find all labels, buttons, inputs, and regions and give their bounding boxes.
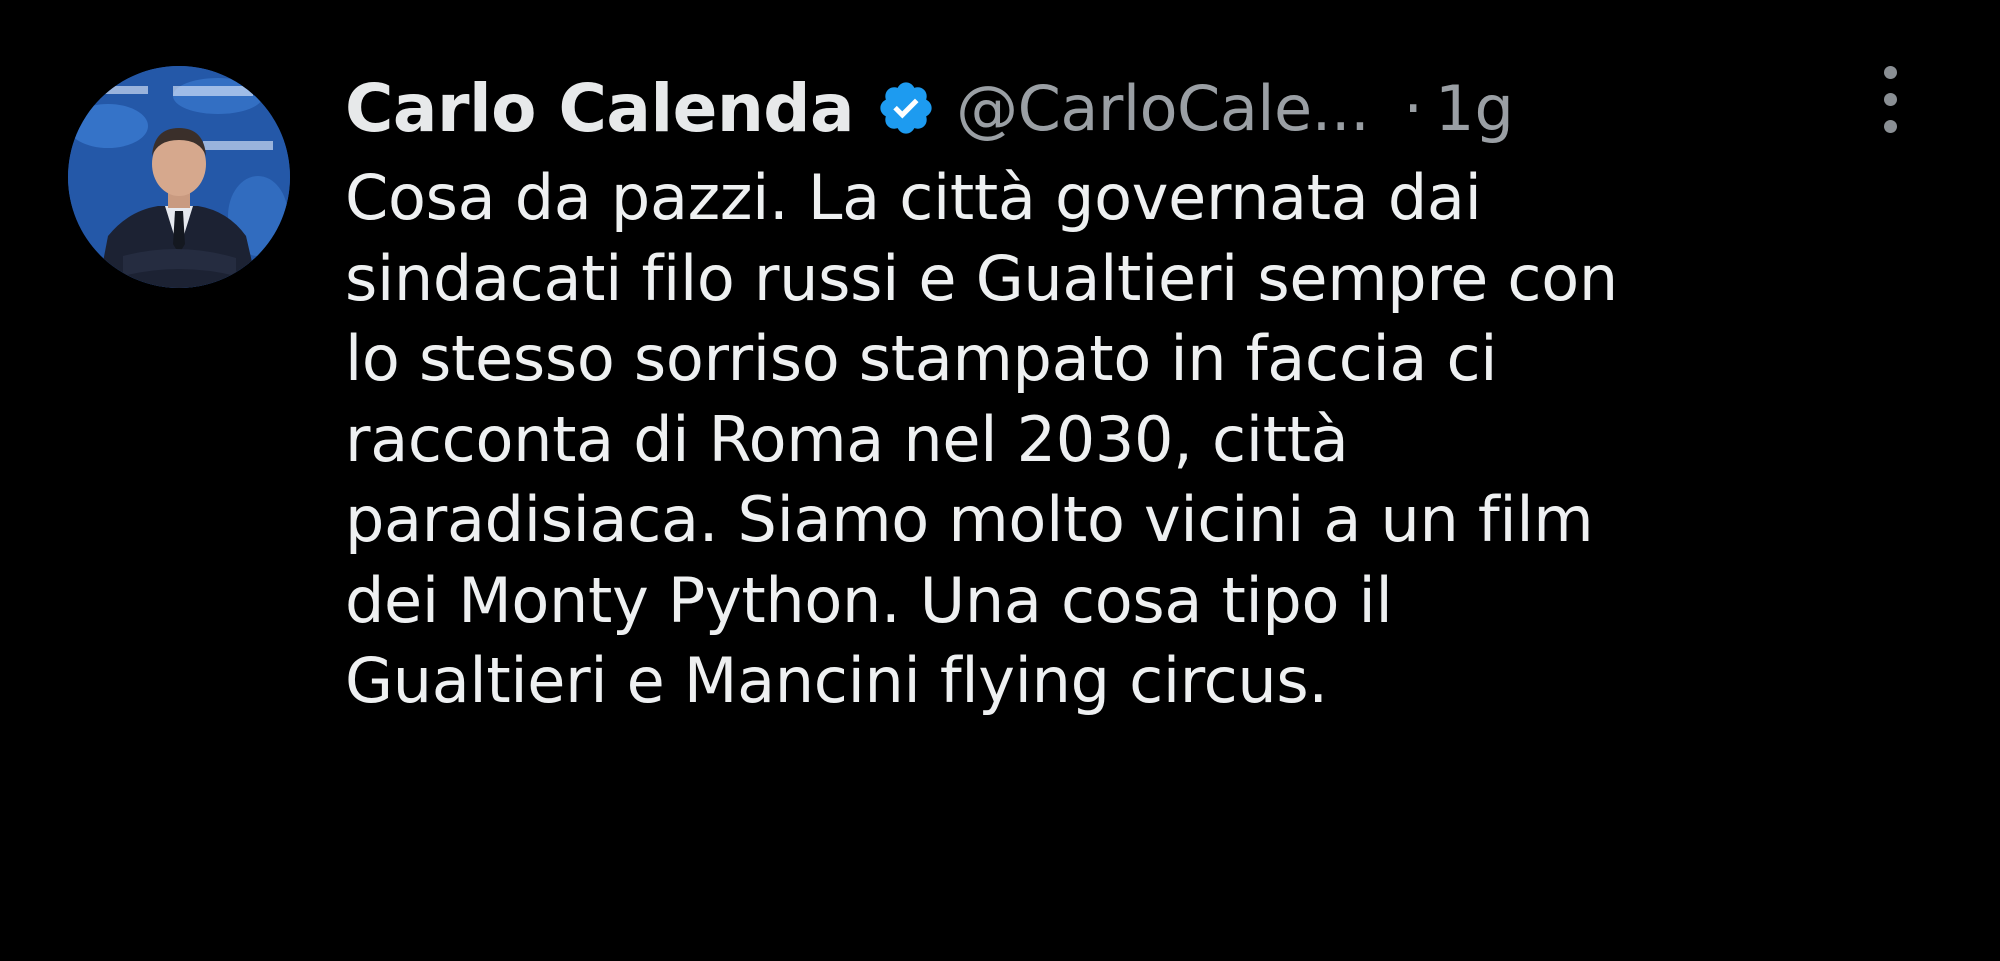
tweet-card[interactable]: Carlo Calenda @CarloCale... · 1g Cosa da… — [0, 0, 2000, 961]
tweet-text-line: sindacati filo russi e Gualtieri sempre … — [345, 241, 1618, 315]
tweet-text-line: lo stesso sorriso stampato in faccia ci — [345, 322, 1498, 395]
more-options-icon[interactable] — [1878, 66, 1902, 136]
tweet-text-line: Cosa da pazzi. La città governata dai — [345, 161, 1482, 234]
author-name[interactable]: Carlo Calenda — [345, 70, 855, 147]
tweet-content: Carlo Calenda @CarloCale... · 1g Cosa da… — [345, 58, 1955, 722]
avatar-photo — [68, 66, 290, 288]
tweet-timestamp[interactable]: 1g — [1435, 72, 1514, 145]
tweet-header: Carlo Calenda @CarloCale... · 1g — [345, 58, 1955, 158]
author-avatar[interactable] — [68, 66, 290, 288]
tweet-text: Cosa da pazzi. La città governata dai si… — [345, 158, 1955, 722]
verified-badge-icon — [876, 78, 936, 138]
tweet-text-line: Gualtieri e Mancini flying circus. — [345, 644, 1328, 717]
more-dot — [1883, 66, 1897, 79]
tweet-text-line: racconta di Roma nel 2030, città — [345, 402, 1349, 476]
tweet-text-line: paradisiaca. Siamo molto vicini a un fil… — [345, 483, 1594, 556]
more-dot — [1883, 93, 1897, 106]
header-separator: · — [1403, 71, 1424, 145]
tweet-text-line: dei Monty Python. Una cosa tipo il — [345, 563, 1393, 637]
more-dot — [1883, 120, 1897, 133]
author-handle[interactable]: @CarloCale... — [956, 72, 1370, 145]
